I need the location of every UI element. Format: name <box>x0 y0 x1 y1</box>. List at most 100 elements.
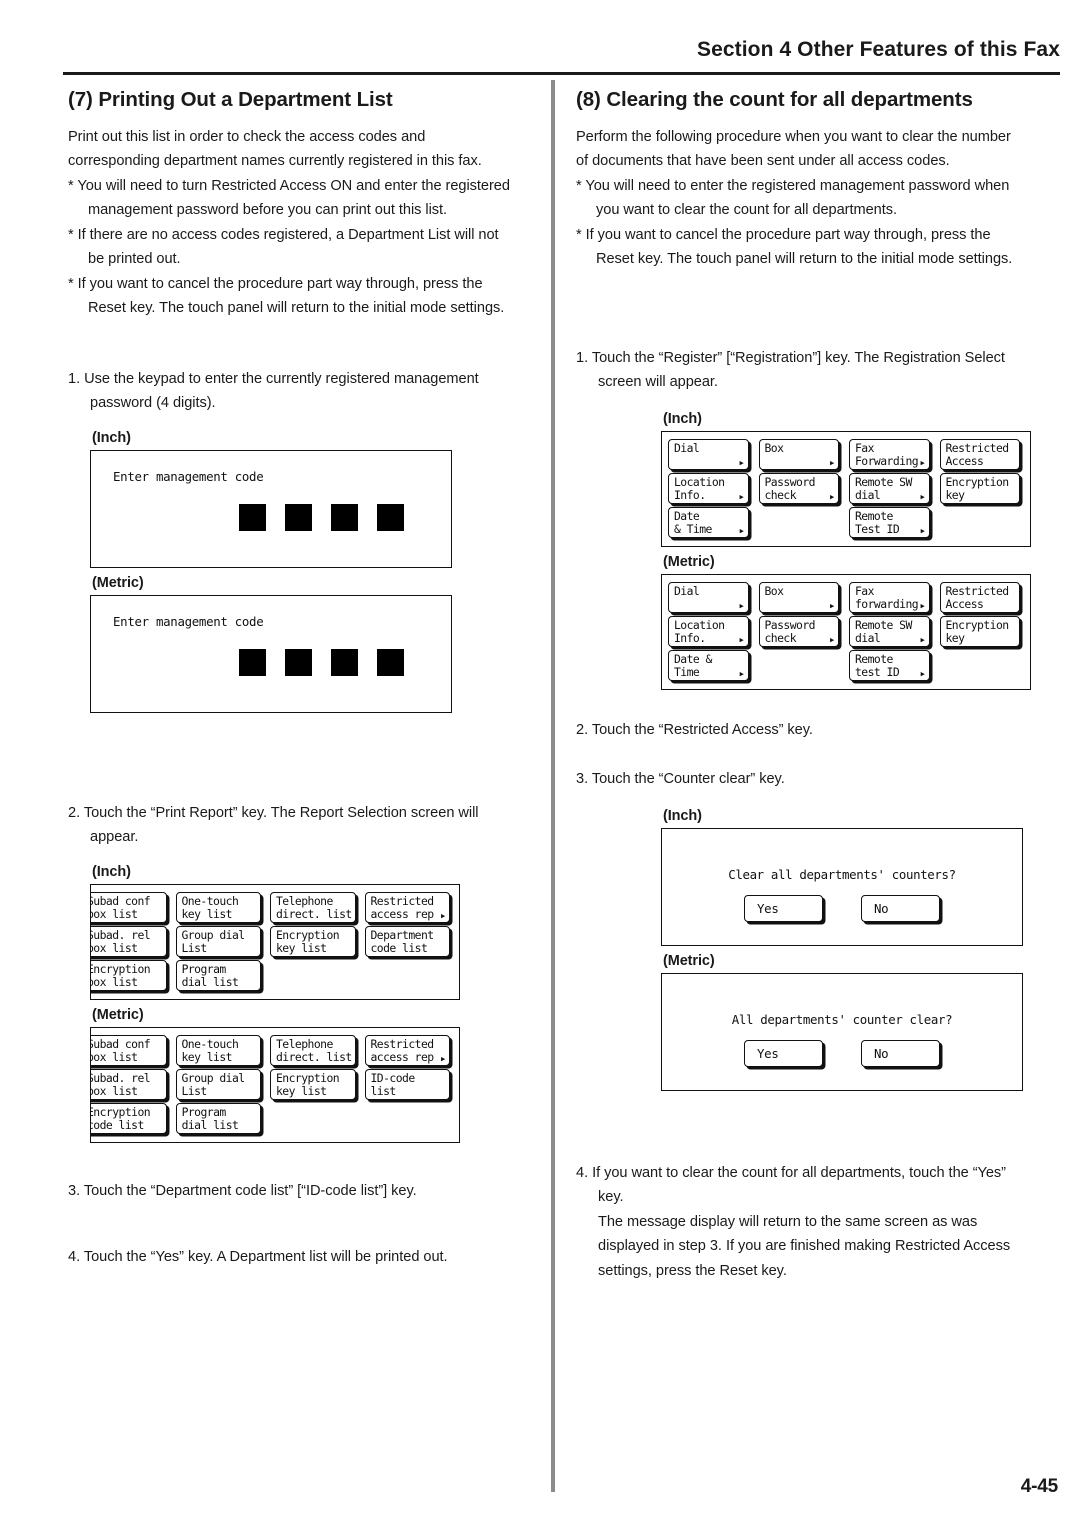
right-intro-line-2: of documents that have been sent under a… <box>576 153 950 170</box>
right-note-2-line-2: Reset key. The touch panel will return t… <box>596 251 1013 268</box>
right-step-3-number: 3. <box>576 771 589 788</box>
report-key-encryption-key-list[interactable]: Encryption key list <box>270 1068 356 1100</box>
confirm-buttons-inch: Yes No <box>662 894 1022 922</box>
key-line-2: key list <box>276 1083 327 1098</box>
left-step-1-line-2: password (4 digits). <box>90 395 216 412</box>
key-arrow-icon: ▸ <box>919 632 926 646</box>
key-line-1: Program <box>181 1104 227 1119</box>
report-metric-row-2: Subad. rel box list Group dial List Encryp… <box>91 1068 459 1100</box>
report-key-encryption-code-list[interactable]: Encryption code list <box>91 1102 167 1134</box>
key-arrow-icon: ▸ <box>828 489 836 503</box>
report-key-encryption-key-list[interactable]: Encryption key list <box>270 925 356 957</box>
right-step-1-number: 1. <box>576 349 589 366</box>
registration-key-empty <box>759 650 839 681</box>
right-column: (8) Clearing the count for all departmen… <box>576 88 1068 1283</box>
key-arrow-icon: ▸ <box>439 1051 447 1065</box>
registration-key-date-time[interactable]: Date & Time ▸ <box>668 649 749 681</box>
report-key-restricted-access-rep[interactable]: Restricted access rep ▸ <box>364 891 450 923</box>
registration-key-dial[interactable]: Dial ▸ <box>668 581 749 613</box>
confirm-yes-button[interactable]: Yes <box>744 894 823 922</box>
page-number: 4-45 <box>1020 1476 1058 1497</box>
right-note-2: * If you want to cancel the procedure pa… <box>576 223 1068 272</box>
registration-key-fax-forwarding[interactable]: Fax Forwarding ▸ <box>849 438 930 470</box>
registration-key-box[interactable]: Box ▸ <box>758 438 839 470</box>
report-key-group-dial-list[interactable]: Group dial List <box>175 1068 261 1100</box>
report-key-telephone-direct-list[interactable]: Telephone direct. list <box>270 891 356 923</box>
registration-inch-row-3: Date & Time ▸ Remote Test ID ▸ <box>668 506 1030 538</box>
key-arrow-icon: ▸ <box>919 666 927 680</box>
confirm-no-button[interactable]: No <box>861 894 940 922</box>
key-line-1: Location <box>674 474 725 489</box>
right-note-1-line-1: You will need to enter the registered ma… <box>585 177 1010 194</box>
password-digit-box <box>331 503 358 531</box>
lcd-confirm-metric: All departments' counter clear? Yes No <box>661 972 1023 1091</box>
report-key-program-dial-list[interactable]: Program dial list <box>175 959 262 991</box>
right-step-4-line-5: settings, press the Reset key. <box>598 1262 787 1279</box>
report-key-id-code-list[interactable]: ID-code list <box>364 1068 450 1100</box>
registration-key-date-time[interactable]: Date & Time ▸ <box>668 506 749 538</box>
key-line-2: box list <box>90 906 138 921</box>
right-step-4: 4. If you want to clear the count for al… <box>576 1161 1068 1284</box>
key-line-1: Encryption <box>945 617 1010 632</box>
registration-key-remote-test-id[interactable]: Remote Test ID ▸ <box>849 506 930 538</box>
registration-key-password-check[interactable]: Password check ▸ <box>758 615 839 647</box>
right-intro-line-1: Perform the following procedure when you… <box>576 128 1011 145</box>
registration-key-encryption-key[interactable]: Encryption key <box>939 615 1020 647</box>
left-step-1-line-1: Use the keypad to enter the currently re… <box>84 370 479 387</box>
registration-key-remote-test-id[interactable]: Remote test ID ▸ <box>849 649 930 681</box>
report-key-subad-conf-box-list[interactable]: Subad conf box list <box>90 891 167 923</box>
key-line-2: forwarding <box>855 596 919 611</box>
key-arrow-icon: ▸ <box>828 598 836 612</box>
registration-key-dial[interactable]: Dial ▸ <box>668 438 749 470</box>
confirm-question-inch: Clear all departments' counters? <box>728 866 956 882</box>
key-line-2: Access <box>945 453 984 468</box>
key-line-2: Time <box>674 664 700 679</box>
report-key-telephone-direct-list[interactable]: Telephone direct. list <box>270 1034 356 1066</box>
key-line-1: Group dial <box>181 1070 246 1085</box>
confirm-yes-button[interactable]: Yes <box>744 1039 823 1067</box>
right-step-2-number: 2. <box>576 721 589 738</box>
report-key-subad-rel-box-list[interactable]: Subad. rel box list <box>91 1068 167 1100</box>
key-line-2: Access <box>945 596 984 611</box>
right-section-heading: (8) Clearing the count for all departmen… <box>576 88 973 111</box>
figure-report-metric-label: (Metric) <box>92 1006 144 1023</box>
report-key-restricted-access-rep[interactable]: Restricted access rep ▸ <box>364 1034 450 1066</box>
figure-registration-select: (Inch) Dial ▸ Box ▸ Fax Forwarding ▸ Restric… <box>661 411 1068 690</box>
registration-key-password-check[interactable]: Password check ▸ <box>758 472 839 504</box>
left-step-3-number: 3. <box>68 1182 81 1199</box>
report-key-subad-conf-box-list[interactable]: Subad conf box list <box>90 1034 167 1066</box>
registration-key-box[interactable]: Box ▸ <box>758 581 839 613</box>
left-note-2-line-2: be printed out. <box>88 251 181 268</box>
report-key-one-touch-key-list[interactable]: One-touch key list <box>175 1034 261 1066</box>
left-step-1: 1. Use the keypad to enter the currently… <box>68 367 560 416</box>
registration-key-location-info[interactable]: Location Info. ▸ <box>668 472 749 504</box>
registration-key-remote-sw-dial[interactable]: Remote SW dial ▸ <box>849 615 930 647</box>
report-key-subad-rel-box-list[interactable]: Subad. rel box list <box>91 925 167 957</box>
registration-key-location-info[interactable]: Location Info. ▸ <box>668 615 749 647</box>
report-key-program-dial-list[interactable]: Program dial list <box>175 1102 262 1134</box>
key-line-2: check <box>764 487 797 502</box>
report-key-encryption-box-list[interactable]: Encryption box list <box>91 959 167 991</box>
report-key-group-dial-list[interactable]: Group dial List <box>175 925 261 957</box>
key-line-1: Subad conf <box>90 1036 151 1051</box>
report-key-department-code-list[interactable]: Department code list <box>364 925 450 957</box>
key-line-1: Telephone <box>276 1036 333 1051</box>
key-line-2: key <box>945 487 965 502</box>
registration-key-fax-forwarding[interactable]: Fax forwarding ▸ <box>849 581 930 613</box>
key-line-2: test ID <box>855 664 900 679</box>
key-line-2: Forwarding <box>855 453 919 468</box>
right-note-1-marker: * <box>576 177 582 194</box>
registration-key-restricted-access[interactable]: Restricted Access <box>939 581 1020 613</box>
registration-key-restricted-access[interactable]: Restricted Access <box>939 438 1020 470</box>
key-arrow-icon: ▸ <box>919 455 926 469</box>
report-key-one-touch-key-list[interactable]: One-touch key list <box>175 891 261 923</box>
key-arrow-icon: ▸ <box>439 908 447 922</box>
registration-key-encryption-key[interactable]: Encryption key <box>939 472 1020 504</box>
registration-key-remote-sw-dial[interactable]: Remote SW dial ▸ <box>849 472 930 504</box>
confirm-no-button[interactable]: No <box>861 1039 940 1067</box>
section-title: Section 4 Other Features of this Fax <box>696 38 1060 61</box>
